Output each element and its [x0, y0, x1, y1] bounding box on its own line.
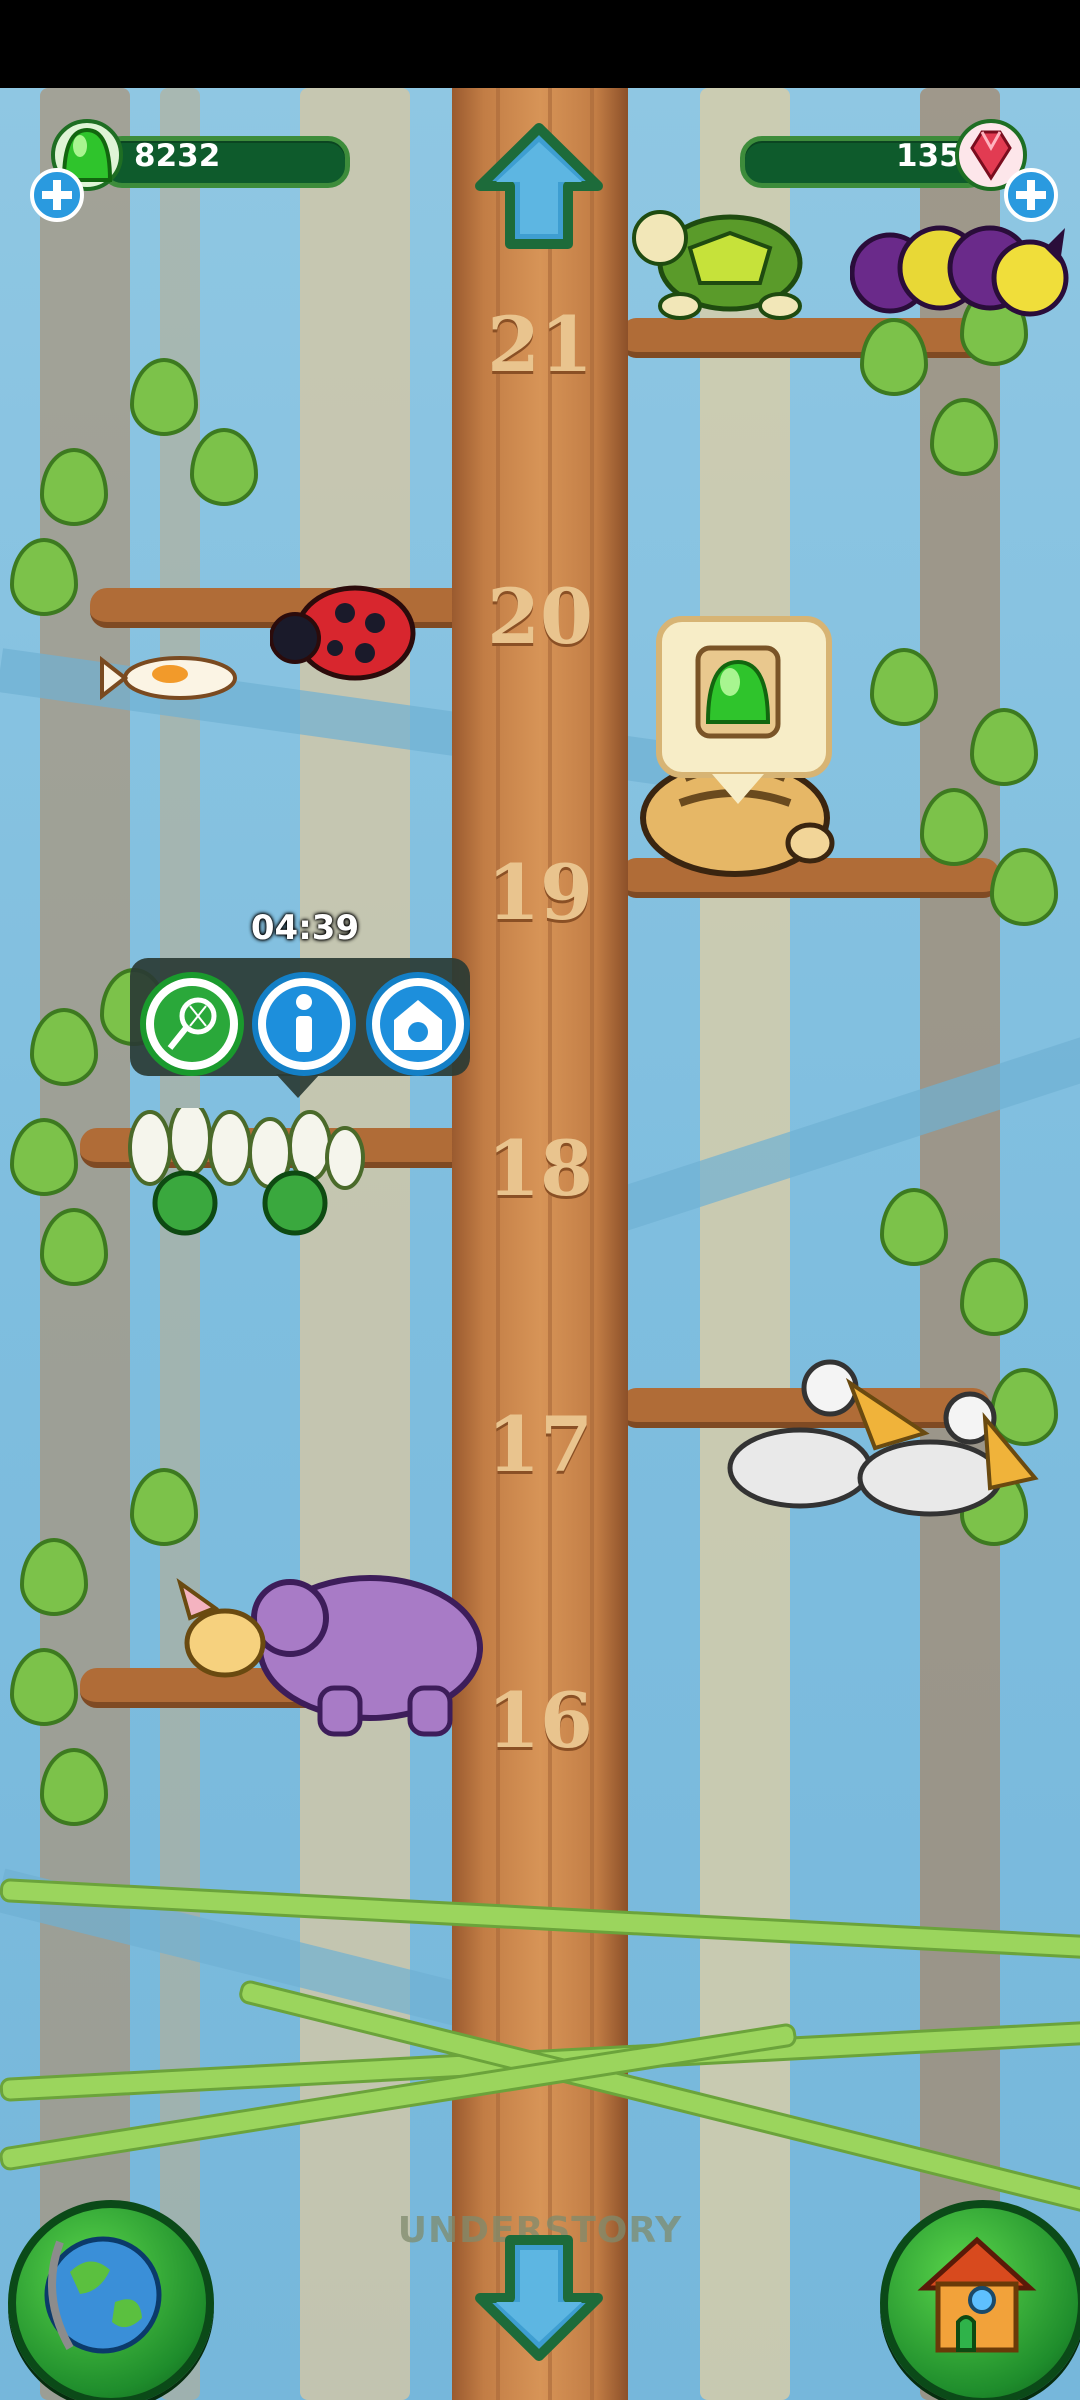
- forest-scene[interactable]: 21 20 19 18 17 16 04:39 UNDERSTORY: [0, 88, 1080, 2400]
- status-bar: [0, 0, 1080, 88]
- level-number-20: 20: [487, 572, 593, 661]
- level-number-18: 18: [487, 1124, 593, 1213]
- info-button[interactable]: [252, 972, 356, 1076]
- gem-count: 135: [896, 138, 961, 174]
- pelican-creature[interactable]: [700, 1338, 1040, 1538]
- green-jelly-icon: [695, 645, 781, 739]
- fennec-creature[interactable]: [170, 1578, 280, 1688]
- leaf: [960, 1258, 1028, 1336]
- add-gems-button[interactable]: [1004, 168, 1058, 222]
- scroll-down-button[interactable]: [472, 2232, 606, 2362]
- gem-counter[interactable]: 135: [740, 118, 1060, 222]
- net-icon: [167, 997, 217, 1050]
- leaf: [190, 428, 258, 506]
- game-screen: 21 20 19 18 17 16 04:39 UNDERSTORY 8232 …: [0, 0, 1080, 2400]
- koi-fish-creature[interactable]: [100, 648, 250, 708]
- add-jelly-button[interactable]: [30, 168, 84, 222]
- world-map-button[interactable]: [8, 2200, 214, 2400]
- level-number-17: 17: [487, 1400, 593, 1489]
- house-icon: [917, 2236, 1037, 2353]
- background-branch: [613, 1028, 1080, 1231]
- jelly-counter[interactable]: 8232: [30, 118, 350, 222]
- jelly-count: 8232: [134, 138, 221, 174]
- globe-icon: [44, 2236, 162, 2354]
- ladybug-creature[interactable]: [270, 578, 420, 688]
- flower-sprite-creature[interactable]: [110, 1108, 370, 1258]
- popup-tail: [276, 1074, 320, 1098]
- leaf: [970, 708, 1038, 786]
- info-icon: [296, 994, 312, 1052]
- jelly-reward-bubble[interactable]: [656, 616, 832, 778]
- habitat-icon: [394, 1000, 442, 1050]
- cooldown-timer: 04:39: [250, 908, 360, 948]
- bubble-tail: [712, 774, 764, 804]
- caterpillar-creature[interactable]: [850, 208, 1070, 338]
- catch-net-button[interactable]: [140, 972, 244, 1076]
- home-button[interactable]: [880, 2200, 1080, 2400]
- leaf: [990, 848, 1058, 926]
- habitat-button[interactable]: [366, 972, 470, 1076]
- level-number-19: 19: [487, 848, 593, 937]
- scroll-up-button[interactable]: [472, 122, 606, 252]
- level-number-21: 21: [487, 300, 593, 389]
- turtle-creature[interactable]: [620, 188, 820, 338]
